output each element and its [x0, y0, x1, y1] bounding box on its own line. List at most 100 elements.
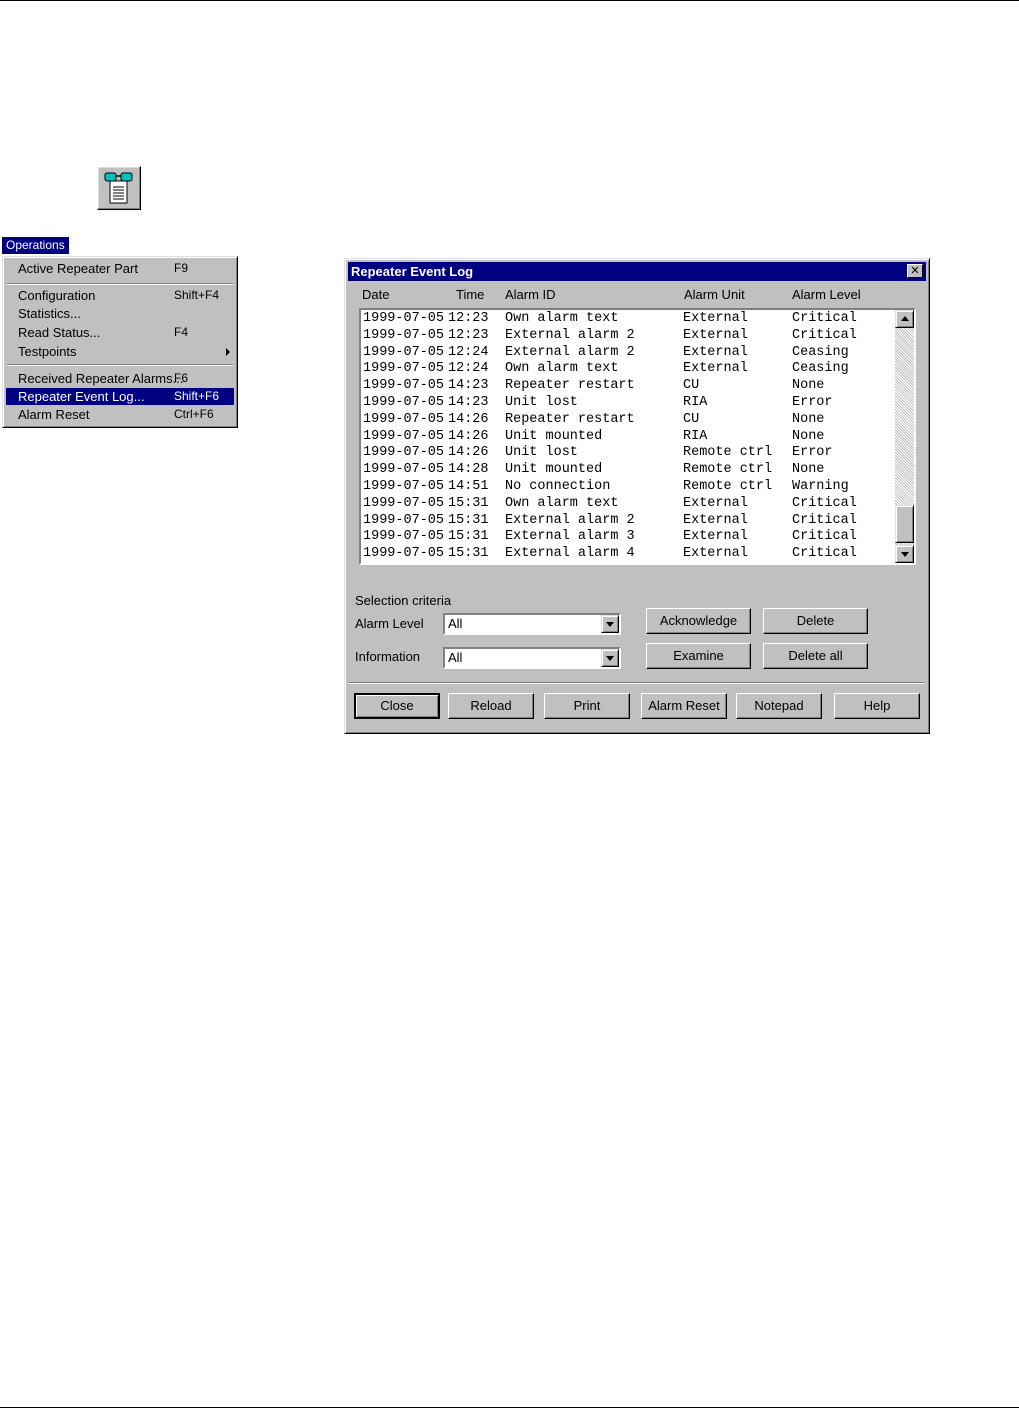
glasses-document-icon	[104, 172, 133, 204]
repeater-event-log-dialog: Repeater Event Log ✕ Date Time Alarm ID …	[344, 258, 930, 734]
table-row[interactable]: 1999-07-05 15:31 External alarm 2 External C…	[363, 513, 893, 529]
examine-button[interactable]: Examine	[646, 643, 751, 669]
reload-button[interactable]: Reload	[448, 693, 534, 719]
table-cell: 12:24	[448, 344, 489, 360]
menu-item-testpoints[interactable]: Testpoints	[6, 343, 234, 360]
table-row[interactable]: 1999-07-05 15:31 External alarm 4 External C…	[363, 546, 893, 562]
table-row[interactable]: 1999-07-05 15:31 External alarm 3 External C…	[363, 529, 893, 545]
table-row[interactable]: 1999-07-05 12:23 Own alarm text External Cri…	[363, 311, 893, 327]
arrow-down-icon	[901, 552, 909, 557]
table-cell: 1999-07-05	[363, 529, 445, 545]
table-cell: RIA	[683, 395, 708, 410]
chevron-down-icon	[606, 656, 614, 661]
table-cell: 15:31	[448, 529, 489, 545]
help-button[interactable]: Help	[834, 693, 920, 719]
table-cell: None	[792, 462, 825, 478]
delete-button[interactable]: Delete	[763, 608, 868, 634]
menu-item-alarm-reset[interactable]: Alarm Reset Ctrl+F6	[6, 406, 234, 423]
top-rule	[0, 0, 1019, 1]
menu-item-active-repeater-part[interactable]: Active Repeater Part F9	[6, 260, 234, 277]
table-row[interactable]: 1999-07-05 12:23 External alarm 2 External C…	[363, 328, 893, 344]
table-cell: External	[683, 495, 748, 511]
scroll-thumb[interactable]	[895, 505, 914, 543]
menu-item-received-repeater-alarms[interactable]: Received Repeater Alarms... F6	[6, 370, 234, 387]
column-header-alarm-unit: Alarm Unit	[684, 287, 745, 302]
menu-item-repeater-event-log[interactable]: Repeater Event Log... Shift+F6	[6, 388, 234, 405]
event-log-list[interactable]: 1999-07-05 12:23 Own alarm text External Cri…	[359, 308, 916, 565]
table-cell: 1999-07-05	[363, 311, 445, 326]
table-row[interactable]: 1999-07-05 12:24 External alarm 2 External C…	[363, 345, 893, 361]
arrow-up-icon	[901, 316, 909, 321]
selection-criteria-label: Selection criteria	[355, 593, 452, 608]
table-cell: Ceasing	[792, 344, 849, 360]
alarm-reset-button[interactable]: Alarm Reset	[641, 693, 727, 719]
column-header-alarm-id: Alarm ID	[505, 287, 556, 302]
dialog-titlebar[interactable]: Repeater Event Log ✕	[348, 262, 926, 281]
table-cell: External	[683, 344, 748, 360]
table-row[interactable]: 1999-07-05 14:26 Unit mounted RIA None	[363, 429, 893, 445]
column-header-date: Date	[362, 287, 390, 302]
scroll-up-button[interactable]	[895, 310, 914, 328]
menu-separator	[7, 364, 233, 366]
table-cell: 14:51	[448, 479, 489, 494]
table-row[interactable]: 1999-07-05 15:31 Own alarm text External Cri…	[363, 496, 893, 512]
alarm-level-select[interactable]: All	[443, 613, 621, 635]
operations-menu-title[interactable]: Operations	[2, 237, 69, 254]
menu-item-statistics[interactable]: Statistics...	[6, 305, 234, 322]
table-cell: 1999-07-05	[363, 445, 445, 461]
dropdown-button[interactable]	[601, 615, 619, 633]
menu-item-read-status[interactable]: Read Status... F4	[6, 324, 234, 341]
table-row[interactable]: 1999-07-05 14:26 Unit lost Remote ctrl Error	[363, 445, 893, 461]
table-cell: 1999-07-05	[363, 428, 445, 444]
vertical-scrollbar[interactable]	[895, 310, 914, 563]
table-cell: 12:24	[448, 361, 489, 377]
table-cell: Warning	[792, 479, 849, 494]
scroll-down-button[interactable]	[895, 545, 914, 563]
table-row[interactable]: 1999-07-05 14:23 Unit lost RIA Error	[363, 395, 893, 411]
notepad-button[interactable]: Notepad	[736, 693, 822, 719]
table-cell: External	[683, 327, 748, 343]
submenu-arrow-icon	[226, 348, 230, 356]
table-cell: 1999-07-05	[363, 495, 445, 511]
information-select[interactable]: All	[443, 647, 621, 669]
menu-item-configuration[interactable]: Configuration Shift+F4	[6, 287, 234, 304]
table-cell: RIA	[683, 428, 708, 444]
table-cell: 14:23	[448, 378, 489, 394]
table-cell: Remote ctrl	[683, 445, 773, 461]
table-cell: None	[792, 378, 825, 394]
table-cell: External	[683, 512, 748, 528]
close-button[interactable]: Close	[354, 693, 440, 719]
delete-all-button[interactable]: Delete all	[763, 643, 868, 669]
table-cell: 14:26	[448, 411, 489, 427]
table-cell: 14:23	[448, 395, 489, 410]
table-cell: 1999-07-05	[363, 378, 445, 394]
table-row[interactable]: 1999-07-05 14:26 Repeater restart CU None	[363, 412, 893, 428]
table-cell: 1999-07-05	[363, 395, 445, 410]
close-icon[interactable]: ✕	[907, 264, 923, 278]
dropdown-button[interactable]	[601, 649, 619, 667]
table-cell: Unit lost	[505, 395, 578, 410]
table-cell: Ceasing	[792, 361, 849, 377]
table-cell: 12:23	[448, 311, 489, 326]
table-cell: Error	[792, 395, 833, 410]
print-button[interactable]: Print	[544, 693, 630, 719]
table-cell: Own alarm text	[505, 311, 619, 326]
table-row[interactable]: 1999-07-05 14:51 No connection Remote ctrl W…	[363, 479, 893, 495]
table-cell: 14:26	[448, 445, 489, 461]
alarm-level-label: Alarm Level	[355, 616, 424, 631]
chevron-down-icon	[606, 622, 614, 627]
table-row[interactable]: 1999-07-05 12:24 Own alarm text External Cea…	[363, 361, 893, 377]
column-header-time: Time	[456, 287, 485, 302]
table-cell: CU	[683, 411, 700, 427]
table-cell: No connection	[505, 479, 611, 494]
table-cell: None	[792, 428, 825, 444]
table-cell: 14:28	[448, 462, 489, 478]
column-header-alarm-level: Alarm Level	[792, 287, 861, 302]
table-cell: External alarm 2	[505, 344, 635, 360]
event-log-toolbar-button[interactable]	[97, 166, 141, 210]
table-cell: 1999-07-05	[363, 327, 445, 343]
table-row[interactable]: 1999-07-05 14:28 Unit mounted Remote ctrl No…	[363, 462, 893, 478]
acknowledge-button[interactable]: Acknowledge	[646, 608, 751, 634]
table-row[interactable]: 1999-07-05 14:23 Repeater restart CU None	[363, 378, 893, 394]
table-cell: External	[683, 361, 748, 377]
